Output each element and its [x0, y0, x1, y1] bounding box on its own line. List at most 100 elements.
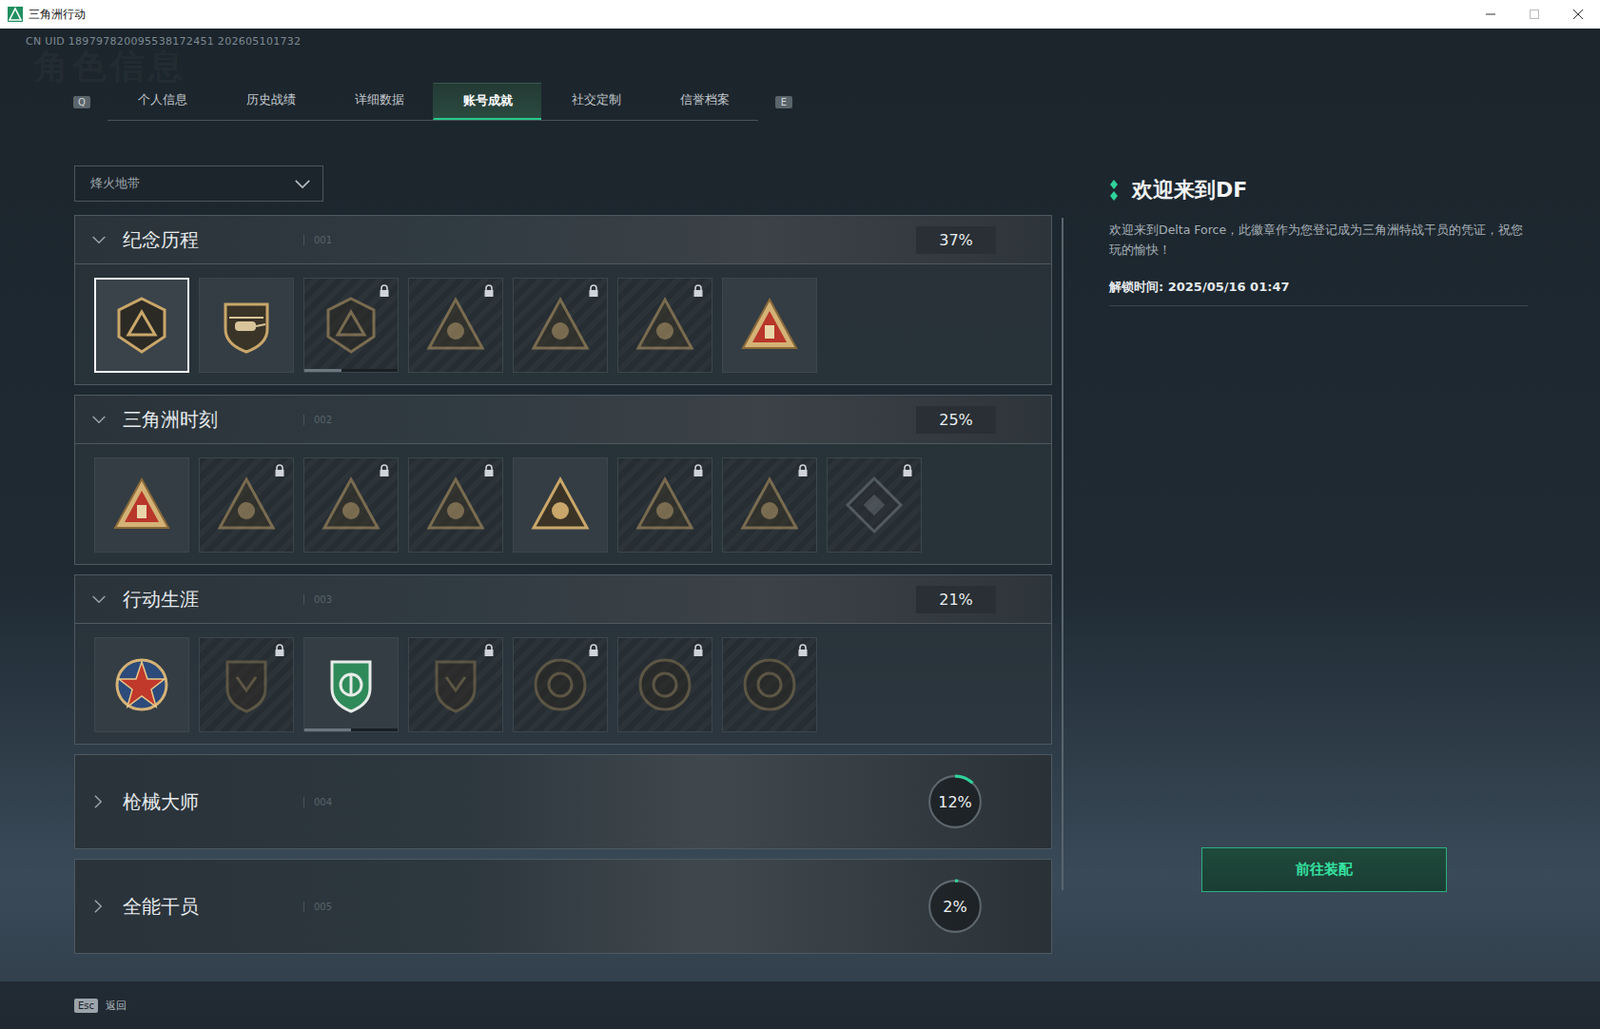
badge[interactable]	[198, 457, 294, 553]
badge[interactable]	[617, 457, 713, 553]
tab[interactable]: 信誉档案	[649, 82, 759, 120]
badge[interactable]	[721, 277, 818, 373]
equip-button[interactable]: 前往装配	[1201, 847, 1447, 893]
badge-progress-fill	[304, 728, 352, 732]
maximize-icon[interactable]	[1512, 0, 1557, 29]
badge[interactable]	[617, 277, 713, 373]
section-code: 001	[303, 234, 332, 246]
section-header[interactable]: 纪念历程001 37%	[75, 215, 1052, 265]
badge[interactable]	[408, 637, 504, 733]
section-title: 三角洲时刻	[122, 407, 304, 433]
game-window: 三角洲行动CN UID 189797820095538172451 202605…	[0, 0, 1600, 1029]
mode-dropdown[interactable]: 烽火地带	[74, 165, 324, 202]
section-code: 004	[303, 797, 332, 808]
section-title: 纪念历程	[122, 227, 304, 254]
section-code: 002	[303, 414, 332, 426]
lock-icon	[483, 643, 495, 658]
tab[interactable]: 个人信息	[107, 82, 216, 120]
progress-ring: 2%	[925, 877, 985, 937]
uid-label: CN UID 189797820095538172451 20260510173…	[0, 28, 1600, 48]
chevron-right-icon	[93, 793, 104, 811]
badge-emblem-icon	[215, 654, 277, 716]
badge[interactable]	[617, 637, 713, 733]
detail-description: 欢迎来到Delta Force，此徽章作为您登记成为三角洲特战干员的凭证，祝您玩…	[1109, 219, 1528, 260]
prev-tab-key[interactable]: Q	[73, 96, 91, 109]
tab[interactable]: 详细数据	[324, 82, 433, 120]
badge[interactable]	[94, 457, 190, 553]
lock-icon	[587, 284, 600, 298]
badge-progress-bar	[304, 728, 398, 732]
badge-emblem-icon	[425, 474, 487, 536]
badge[interactable]	[303, 277, 399, 373]
badge-emblem-icon	[634, 654, 696, 716]
section-percent: 37%	[916, 226, 996, 254]
badge-grid	[75, 444, 1052, 565]
badge-emblem-icon	[111, 474, 173, 536]
scrollbar[interactable]	[1061, 217, 1064, 891]
section-title: 全能干员	[122, 894, 304, 920]
tab[interactable]: 历史战绩	[215, 82, 325, 120]
tab-bar: Q 个人信息历史战绩详细数据账号成就社交定制信誉档案 E	[0, 81, 1600, 122]
badge[interactable]	[303, 457, 399, 553]
lock-icon	[483, 464, 495, 478]
lock-icon	[378, 464, 391, 478]
section-percent: 25%	[916, 406, 996, 434]
chevron-down-icon	[90, 234, 108, 246]
badge-emblem-icon	[529, 654, 591, 716]
tab[interactable]: 社交定制	[541, 82, 650, 120]
tab[interactable]: 账号成就	[432, 82, 542, 120]
lock-icon	[273, 643, 286, 658]
chevron-down-icon	[293, 178, 312, 190]
badge[interactable]	[94, 637, 190, 733]
badge-emblem-icon	[320, 474, 382, 536]
badge[interactable]	[408, 457, 504, 553]
close-icon[interactable]	[1556, 0, 1600, 29]
badge-emblem-icon	[320, 294, 382, 356]
achievement-section: 纪念历程001 37%	[74, 214, 1053, 386]
section-header[interactable]: 枪械大师004 12%	[75, 755, 1052, 849]
badge[interactable]	[512, 637, 608, 733]
achievement-list: 烽火地带纪念历程001 37% 三角洲时刻002 25% 行动生涯00321% 枪械大师0…	[74, 165, 1053, 982]
detail-title: 欢迎来到DF	[1131, 175, 1248, 205]
badge[interactable]	[303, 637, 399, 733]
lock-icon	[797, 464, 809, 478]
badge[interactable]	[512, 277, 608, 373]
section-percent: 12%	[925, 772, 985, 832]
badge[interactable]	[512, 457, 608, 553]
next-tab-key[interactable]: E	[775, 96, 793, 109]
badge-progress-fill	[304, 369, 342, 372]
badge-progress-bar	[304, 369, 398, 372]
achievement-section: 全能干员0052%	[74, 858, 1053, 955]
badge[interactable]	[198, 637, 294, 733]
badge-grid	[75, 624, 1052, 744]
section-header[interactable]: 全能干员0052%	[75, 859, 1052, 954]
section-title: 行动生涯	[122, 586, 304, 613]
lock-icon	[901, 464, 914, 478]
back-label[interactable]: 返回	[105, 998, 127, 1014]
lock-icon	[483, 284, 495, 298]
section-header[interactable]: 行动生涯00321%	[75, 575, 1052, 625]
lock-icon	[587, 643, 600, 658]
badge-emblem-icon	[425, 654, 487, 716]
esc-key[interactable]: Esc	[74, 998, 98, 1014]
badge[interactable]	[198, 277, 294, 373]
badge-detail-panel: 欢迎来到DF 欢迎来到Delta Force，此徽章作为您登记成为三角洲特战干员的…	[1109, 165, 1528, 982]
badge-emblem-icon	[634, 474, 696, 536]
lock-icon	[273, 464, 286, 478]
badge[interactable]	[94, 277, 190, 373]
badge[interactable]	[721, 457, 818, 553]
section-percent: 21%	[916, 585, 996, 614]
badge[interactable]	[408, 277, 504, 373]
badge-emblem-icon	[739, 294, 800, 356]
mode-dropdown-value: 烽火地带	[90, 175, 140, 193]
game-logo-icon	[7, 6, 23, 22]
badge[interactable]	[826, 457, 922, 553]
section-header[interactable]: 三角洲时刻002 25%	[75, 395, 1052, 445]
minimize-icon[interactable]	[1468, 0, 1513, 29]
achievement-section: 枪械大师004 12%	[74, 754, 1053, 850]
lock-icon	[378, 284, 391, 298]
lock-icon	[692, 643, 704, 658]
chevron-down-icon	[90, 414, 108, 426]
badge[interactable]	[721, 637, 818, 733]
section-title: 枪械大师	[122, 789, 304, 816]
